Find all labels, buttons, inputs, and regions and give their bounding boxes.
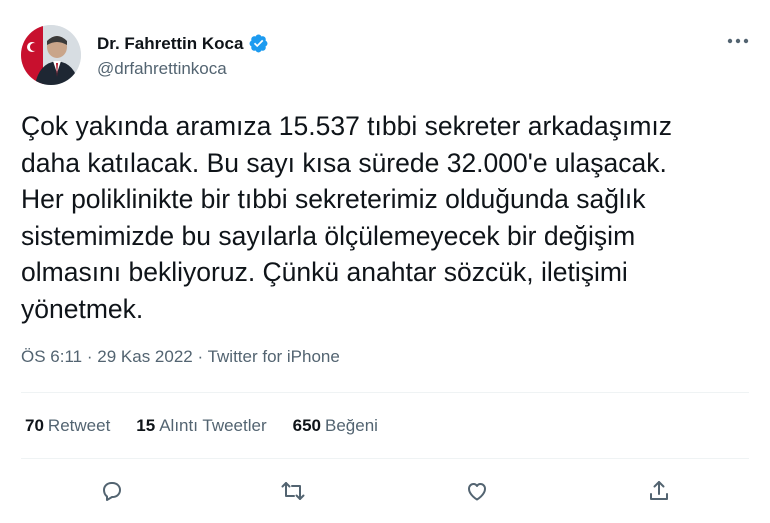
quote-label: Alıntı Tweetler [159,416,267,435]
engagement-stats: 70 Retweet 15 Alıntı Tweetler 650 Beğeni [25,416,378,436]
meta-separator: · [197,347,204,366]
reply-button[interactable] [97,476,127,506]
tweet-text-line: yönetmek. [21,293,144,324]
divider [21,392,749,393]
author-handle[interactable]: @drfahrettinkoca [97,59,227,79]
retweet-label: Retweet [47,416,111,435]
quote-count-link[interactable]: 15 Alıntı Tweetler [136,416,266,436]
divider [21,458,749,459]
reply-icon [103,482,121,501]
avatar[interactable] [21,25,81,85]
meta-separator: · [86,347,93,366]
profile-photo-icon [21,25,81,85]
tweet-time[interactable]: ÖS 6:11 [21,347,82,366]
tweet-text-line: Her poliklinikte bir tıbbi sekreterimiz … [21,184,646,214]
heart-icon [468,483,486,501]
tweet-text-line: Çok yakında aramıza 15.537 tıbbi sekrete… [21,111,673,141]
more-options-button[interactable] [724,30,752,52]
verified-badge-icon [248,33,269,54]
like-count: 650 [292,416,321,435]
author-name-row: Dr. Fahrettin Koca [97,33,269,54]
like-count-link[interactable]: 650 Beğeni [293,416,378,436]
tweet-text: Çok yakında aramıza 15.537 tıbbi sekrete… [21,108,756,327]
retweet-icon [281,482,305,500]
author-display-name[interactable]: Dr. Fahrettin Koca [97,34,243,54]
tweet-actions [0,476,770,506]
more-horizontal-icon [727,38,749,44]
tweet-date[interactable]: 29 Kas 2022 [97,347,192,366]
tweet-text-line: olmasını bekliyoruz. Çünkü anahtar sözcü… [21,257,628,287]
like-button[interactable] [462,476,492,506]
tweet-source[interactable]: Twitter for iPhone [208,347,340,366]
retweet-count-link[interactable]: 70 Retweet [25,416,110,436]
tweet-text-line: sistemimizde bu sayılarla ölçülemeyecek … [21,220,636,251]
retweet-button[interactable] [278,476,308,506]
retweet-count: 70 [25,416,44,435]
tweet-meta: ÖS 6:11 · 29 Kas 2022 · Twitter for iPho… [21,347,340,367]
tweet-text-line: daha katılacak. Bu sayı kısa sürede 32.0… [21,147,667,178]
like-label: Beğeni [325,416,378,435]
quote-count: 15 [136,416,156,435]
share-icon [650,481,668,500]
share-button[interactable] [644,476,674,506]
